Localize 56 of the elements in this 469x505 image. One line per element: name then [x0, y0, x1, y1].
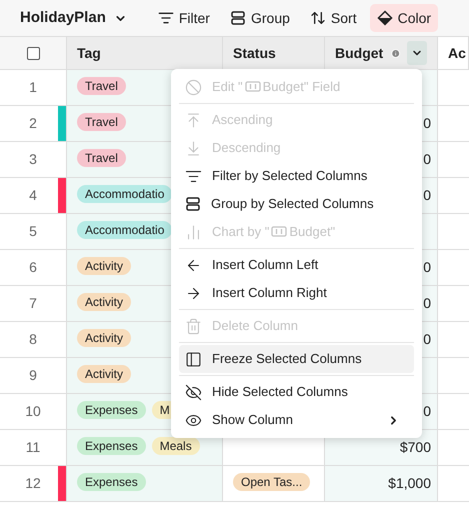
toolbar-button[interactable]: Filter	[150, 4, 217, 32]
row-number: 4	[29, 186, 37, 205]
table-cell: $1,000	[325, 466, 438, 501]
group-icon	[185, 196, 201, 212]
tag-pill: Activity	[77, 256, 132, 274]
row-number: 7	[29, 294, 37, 313]
tag-pill: Travel	[77, 148, 126, 166]
column-title: Tag	[77, 44, 101, 63]
row-number: 6	[29, 258, 37, 277]
column-menu-button[interactable]	[406, 41, 427, 65]
select-all-checkbox[interactable]	[26, 46, 40, 60]
toolbar-button[interactable]: Group	[222, 4, 297, 32]
row-number: 1	[29, 78, 37, 97]
tag-pill: Expenses	[77, 472, 146, 490]
column-title: Status	[233, 44, 276, 62]
arrow-down-icon	[185, 140, 202, 156]
row-number: 10	[25, 402, 41, 421]
sort-icon	[310, 10, 326, 26]
row-number: 2	[29, 114, 37, 133]
view-selector[interactable]: HolidayPlan	[20, 6, 127, 30]
tag-pill: Activity	[77, 364, 132, 382]
column-title: Ac	[448, 44, 466, 62]
tag-pill: Activity	[77, 292, 132, 310]
row-number: 12	[25, 474, 41, 493]
column-title: Budget	[335, 44, 384, 63]
tag-pill: Travel	[77, 112, 126, 130]
tag-pill: Expenses	[77, 436, 146, 454]
column-header[interactable]: Status	[223, 37, 325, 69]
row-number: 8	[29, 330, 37, 349]
row-number: 5	[29, 222, 37, 241]
column-header[interactable]: Budget	[325, 37, 438, 69]
toolbar-button[interactable]: Color	[370, 4, 438, 32]
tag-pill: Accommodatio	[77, 220, 172, 238]
tag-pill: Expenses	[77, 400, 146, 418]
tag-pill: Meals	[152, 436, 200, 454]
column-header[interactable]: Tag	[67, 37, 223, 69]
trash-icon	[185, 318, 202, 334]
filter-icon	[158, 10, 174, 26]
bar-chart-icon	[185, 224, 202, 240]
field-type-icon	[271, 226, 288, 238]
tag-pill: Open Tas...	[233, 472, 310, 490]
group-icon	[230, 10, 246, 26]
prohibited-icon	[185, 78, 202, 96]
row-number: 11	[26, 438, 40, 457]
eye-off-icon	[185, 384, 202, 400]
tag-pill: Travel	[77, 76, 126, 94]
menu-item[interactable]: Freeze Selected Columns	[179, 345, 414, 373]
freeze-column-icon	[185, 350, 202, 368]
toolbar-button[interactable]: Sort	[302, 4, 364, 32]
arrow-up-icon	[185, 112, 202, 128]
row-number: 3	[29, 150, 37, 169]
paint-drop-icon	[376, 10, 393, 26]
tag-pill: Activity	[77, 328, 132, 346]
tag-pill: Accommodatio	[77, 184, 172, 202]
field-type-icon	[244, 81, 261, 92]
row-number: 9	[29, 366, 37, 385]
